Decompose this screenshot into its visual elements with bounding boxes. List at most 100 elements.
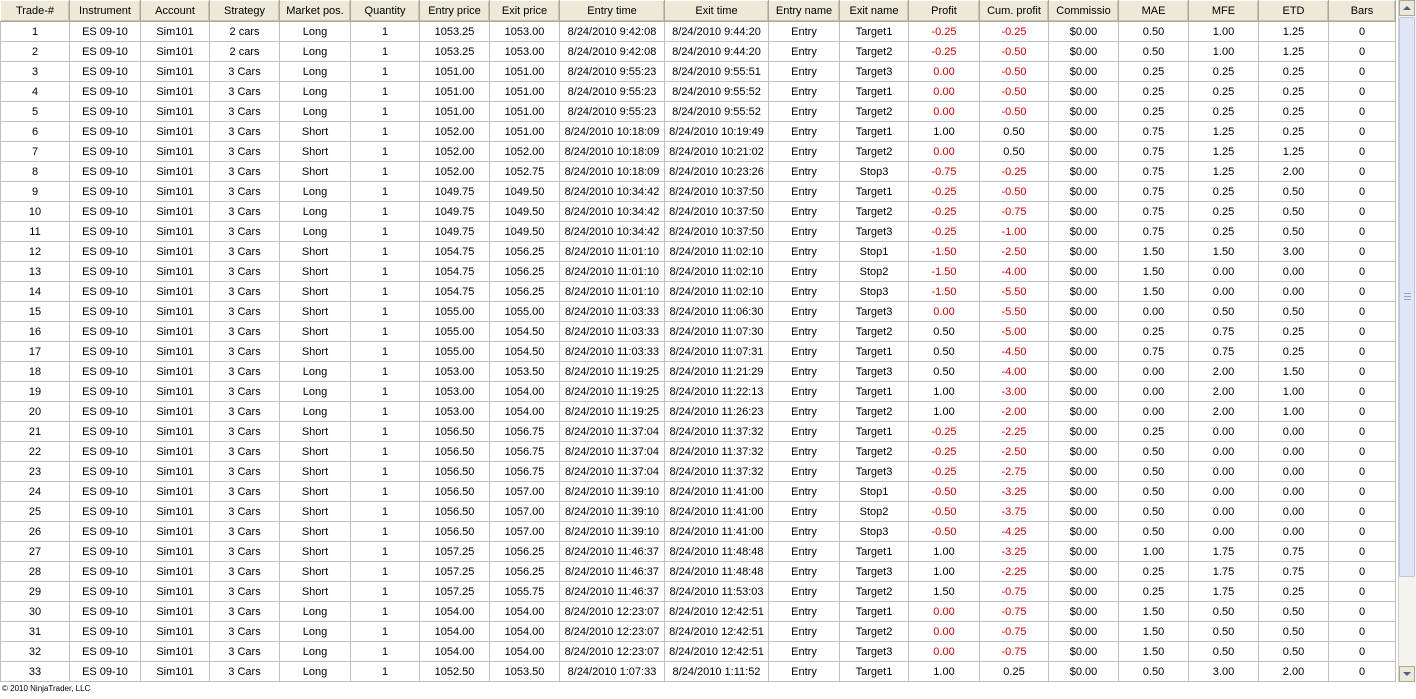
table-cell: Target2 <box>839 141 909 162</box>
column-header-quantity[interactable]: Quantity <box>350 0 420 22</box>
table-cell: Target3 <box>839 61 909 82</box>
table-cell: 0.50 <box>1258 601 1329 622</box>
column-header-exit-price[interactable]: Exit price <box>489 0 560 22</box>
table-cell: Entry <box>768 81 840 102</box>
table-row[interactable]: 22 ES 09-10 Sim101 3 Cars Short 1 1056.50 1056.… <box>0 441 1396 462</box>
table-cell: Sim101 <box>140 61 210 82</box>
table-cell: 0.00 <box>1258 481 1329 502</box>
scroll-up-button[interactable] <box>1399 0 1415 16</box>
table-row[interactable]: 8 ES 09-10 Sim101 3 Cars Short 1 1052.00 1052.7… <box>0 161 1396 182</box>
table-row[interactable]: 20 ES 09-10 Sim101 3 Cars Long 1 1053.00 1054.0… <box>0 401 1396 422</box>
table-row[interactable]: 6 ES 09-10 Sim101 3 Cars Short 1 1052.00 1051.0… <box>0 121 1396 142</box>
table-row[interactable]: 29 ES 09-10 Sim101 3 Cars Short 1 1057.25 1055.… <box>0 581 1396 602</box>
column-header-exit-time[interactable]: Exit time <box>664 0 769 22</box>
column-header-instrument[interactable]: Instrument <box>69 0 141 22</box>
trades-grid[interactable]: Trade-# Instrument Account Strategy Market p… <box>0 0 1397 682</box>
table-cell: 0.00 <box>1118 401 1189 422</box>
table-cell: 1051.00 <box>489 61 560 82</box>
table-row[interactable]: 25 ES 09-10 Sim101 3 Cars Short 1 1056.50 1057.… <box>0 501 1396 522</box>
table-row[interactable]: 14 ES 09-10 Sim101 3 Cars Short 1 1054.75 1056.… <box>0 281 1396 302</box>
table-cell: 1.00 <box>1118 541 1189 562</box>
table-row[interactable]: 10 ES 09-10 Sim101 3 Cars Long 1 1049.75 1049.5… <box>0 201 1396 222</box>
column-header-cum-profit[interactable]: Cum. profit <box>979 0 1049 22</box>
table-row[interactable]: 11 ES 09-10 Sim101 3 Cars Long 1 1049.75 1049.5… <box>0 221 1396 242</box>
column-header-entry-price[interactable]: Entry price <box>419 0 490 22</box>
table-row[interactable]: 21 ES 09-10 Sim101 3 Cars Short 1 1056.50 1056.… <box>0 421 1396 442</box>
table-cell: Short <box>279 541 351 562</box>
column-header-strategy[interactable]: Strategy <box>209 0 280 22</box>
table-cell: 1.25 <box>1188 121 1259 142</box>
table-cell: 0.00 <box>1188 441 1259 462</box>
table-row[interactable]: 9 ES 09-10 Sim101 3 Cars Long 1 1049.75 1049.50… <box>0 181 1396 202</box>
table-cell: -0.50 <box>979 101 1049 122</box>
table-cell: 3 Cars <box>209 261 280 282</box>
table-row[interactable]: 23 ES 09-10 Sim101 3 Cars Short 1 1056.50 1056.… <box>0 461 1396 482</box>
table-cell: Target2 <box>839 321 909 342</box>
table-cell: ES 09-10 <box>69 641 141 662</box>
column-header-market-pos[interactable]: Market pos. <box>279 0 351 22</box>
table-cell: 8/24/2010 10:18:09 <box>559 141 665 162</box>
table-cell: 1 <box>350 381 420 402</box>
table-cell: 1.50 <box>1188 241 1259 262</box>
table-row[interactable]: 15 ES 09-10 Sim101 3 Cars Short 1 1055.00 1055.… <box>0 301 1396 322</box>
column-header-entry-time[interactable]: Entry time <box>559 0 665 22</box>
table-cell: 1053.50 <box>489 361 560 382</box>
table-cell: ES 09-10 <box>69 521 141 542</box>
table-cell: Entry <box>768 381 840 402</box>
table-cell: 15 <box>0 301 70 322</box>
table-row[interactable]: 32 ES 09-10 Sim101 3 Cars Long 1 1054.00 1054.0… <box>0 641 1396 662</box>
table-row[interactable]: 31 ES 09-10 Sim101 3 Cars Long 1 1054.00 1054.0… <box>0 621 1396 642</box>
table-cell: Short <box>279 321 351 342</box>
table-cell: 1.00 <box>908 121 980 142</box>
table-row[interactable]: 1 ES 09-10 Sim101 2 cars Long 1 1053.25 1053.00… <box>0 21 1396 42</box>
table-row[interactable]: 13 ES 09-10 Sim101 3 Cars Short 1 1054.75 1056.… <box>0 261 1396 282</box>
vertical-scrollbar[interactable] <box>1398 0 1416 682</box>
table-cell: Target2 <box>839 441 909 462</box>
table-cell: 1053.00 <box>489 21 560 42</box>
table-row[interactable]: 19 ES 09-10 Sim101 3 Cars Long 1 1053.00 1054.0… <box>0 381 1396 402</box>
table-row[interactable]: 28 ES 09-10 Sim101 3 Cars Short 1 1057.25 1056.… <box>0 561 1396 582</box>
column-header-bars[interactable]: Bars <box>1328 0 1396 22</box>
table-cell: 1049.75 <box>419 221 490 242</box>
table-row[interactable]: 33 ES 09-10 Sim101 3 Cars Long 1 1052.50 1053.5… <box>0 661 1396 682</box>
table-cell: 9 <box>0 181 70 202</box>
table-cell: 3 Cars <box>209 601 280 622</box>
column-header-profit[interactable]: Profit <box>908 0 980 22</box>
column-header-exit-name[interactable]: Exit name <box>839 0 909 22</box>
column-header-account[interactable]: Account <box>140 0 210 22</box>
table-row[interactable]: 17 ES 09-10 Sim101 3 Cars Short 1 1055.00 1054.… <box>0 341 1396 362</box>
table-cell: Target2 <box>839 101 909 122</box>
table-cell: 0.00 <box>1188 281 1259 302</box>
table-row[interactable]: 27 ES 09-10 Sim101 3 Cars Short 1 1057.25 1056.… <box>0 541 1396 562</box>
table-row[interactable]: 3 ES 09-10 Sim101 3 Cars Long 1 1051.00 1051.00… <box>0 61 1396 82</box>
table-cell: 1 <box>350 661 420 682</box>
table-row[interactable]: 2 ES 09-10 Sim101 2 cars Long 1 1053.25 1053.00… <box>0 41 1396 62</box>
table-cell: 1 <box>350 401 420 422</box>
table-row[interactable]: 26 ES 09-10 Sim101 3 Cars Short 1 1056.50 1057.… <box>0 521 1396 542</box>
scroll-thumb[interactable] <box>1399 17 1415 577</box>
table-row[interactable]: 16 ES 09-10 Sim101 3 Cars Short 1 1055.00 1054.… <box>0 321 1396 342</box>
table-cell: ES 09-10 <box>69 361 141 382</box>
column-header-mfe[interactable]: MFE <box>1188 0 1259 22</box>
table-cell: 8/24/2010 11:46:37 <box>559 581 665 602</box>
table-row[interactable]: 12 ES 09-10 Sim101 3 Cars Short 1 1054.75 1056.… <box>0 241 1396 262</box>
column-header-entry-name[interactable]: Entry name <box>768 0 840 22</box>
table-row[interactable]: 5 ES 09-10 Sim101 3 Cars Long 1 1051.00 1051.00… <box>0 101 1396 122</box>
table-cell: 8/24/2010 12:42:51 <box>664 621 769 642</box>
table-row[interactable]: 7 ES 09-10 Sim101 3 Cars Short 1 1052.00 1052.0… <box>0 141 1396 162</box>
column-header-commissio[interactable]: Commissio <box>1048 0 1119 22</box>
table-cell: 1049.50 <box>489 181 560 202</box>
table-cell: 8/24/2010 10:34:42 <box>559 221 665 242</box>
table-row[interactable]: 18 ES 09-10 Sim101 3 Cars Long 1 1053.00 1053.5… <box>0 361 1396 382</box>
table-cell: 0.00 <box>908 301 980 322</box>
table-row[interactable]: 4 ES 09-10 Sim101 3 Cars Long 1 1051.00 1051.00… <box>0 81 1396 102</box>
scroll-down-button[interactable] <box>1399 666 1415 682</box>
table-row[interactable]: 24 ES 09-10 Sim101 3 Cars Short 1 1056.50 1057.… <box>0 481 1396 502</box>
table-cell: 28 <box>0 561 70 582</box>
column-header-trade[interactable]: Trade-# <box>0 0 70 22</box>
column-header-mae[interactable]: MAE <box>1118 0 1189 22</box>
table-cell: 0 <box>1328 581 1396 602</box>
column-header-etd[interactable]: ETD <box>1258 0 1329 22</box>
table-cell: 20 <box>0 401 70 422</box>
table-row[interactable]: 30 ES 09-10 Sim101 3 Cars Long 1 1054.00 1054.0… <box>0 601 1396 622</box>
